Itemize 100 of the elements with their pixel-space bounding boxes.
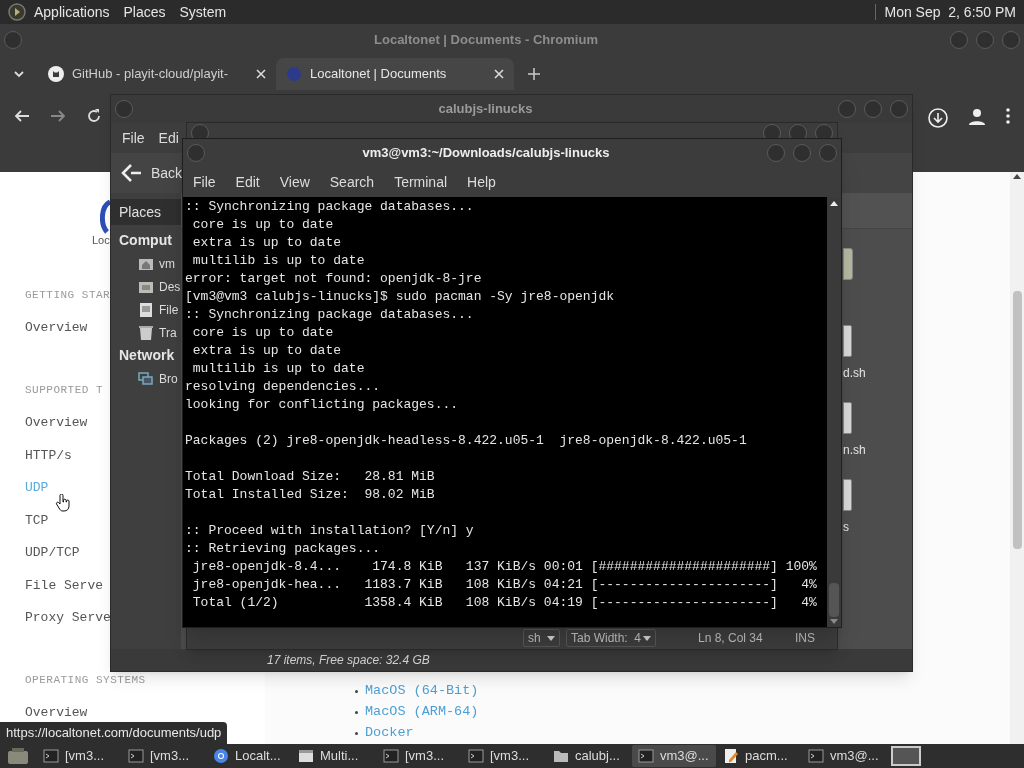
nav-link[interactable]: Overview [25,316,88,339]
terminal-line: :: Proceed with installation? [Y/n] y [185,522,474,540]
nav-link[interactable]: HTTP/s [25,444,72,467]
window-button[interactable] [1002,31,1020,49]
window-button[interactable] [4,31,22,49]
nav-link[interactable]: TCP [25,509,49,532]
scroll-up-icon[interactable] [830,201,838,206]
places-dropdown[interactable]: Places [111,199,181,225]
file-name[interactable]: s [843,517,912,537]
menu-item[interactable]: View [279,171,310,193]
taskbar-button[interactable]: vm3@... [802,745,886,767]
sidebar-item[interactable]: Tra [111,321,177,344]
window-button[interactable] [838,100,856,118]
app-menu-icon[interactable] [8,3,26,21]
taskbar-button[interactable]: pacm... [717,745,801,767]
taskbar-button[interactable]: [vm3... [122,745,206,767]
panel-menu[interactable]: System [179,1,227,23]
file-icon[interactable] [843,248,853,280]
forward-arrow-icon[interactable] [50,108,66,124]
terminal-line: extra is up to date [191,234,342,252]
menu-icon[interactable] [1006,108,1010,124]
taskbar-button[interactable]: calubj... [547,745,631,767]
window-icon [298,748,314,764]
show-desktop-icon[interactable] [6,747,30,765]
window-button[interactable] [187,144,205,162]
file-icon[interactable] [843,479,852,511]
window-button[interactable] [890,100,908,118]
sidebar-item[interactable]: vm [111,252,175,275]
window-button[interactable] [819,144,837,162]
terminal-line: multilib is up to date [191,360,365,378]
tab-width-dropdown[interactable]: Tab Width: 4 [566,629,656,647]
window-button[interactable] [767,144,785,162]
terminal-icon [808,748,824,764]
taskbar-button[interactable]: vm3@... [632,745,716,767]
terminal-line: extra is up to date [191,342,342,360]
network-icon [138,370,154,387]
terminal-icon [128,748,144,764]
file-name[interactable]: d.sh [843,363,912,383]
bullet [355,732,358,735]
workspace-switcher[interactable] [891,746,921,766]
sidebar-item[interactable]: File [111,298,179,321]
nav-link[interactable]: UDP/TCP [25,541,80,564]
menu-item[interactable]: Edi [158,127,179,149]
terminal-line: jre8-openjdk-8.4... 174.8 KiB 137 KiB/s 00:01 [######################] 100% [191,558,817,576]
panel-menu[interactable]: Places [123,1,166,23]
window-button[interactable] [793,144,811,162]
menu-item[interactable]: Terminal [394,171,448,193]
nav-link[interactable]: Overview [25,701,88,724]
language-dropdown[interactable]: sh [523,629,560,647]
menu-item[interactable]: File [122,127,145,149]
window-button[interactable] [115,100,133,118]
scrollbar-thumb[interactable] [1012,291,1022,549]
taskbar-button[interactable]: [vm3... [462,745,546,767]
menu-item[interactable]: Help [467,171,496,193]
terminal-line: [vm3@vm3 calubjs-linucks]$ sudo pacman -Sy jre8-openjdk [185,288,615,306]
menu-item[interactable]: File [193,171,216,193]
download-icon[interactable] [928,108,948,128]
back-arrow-icon[interactable] [14,108,30,124]
nav-link[interactable]: Proxy Serve [25,606,111,629]
terminal-line: core is up to date [191,324,334,342]
window-button[interactable] [950,31,968,49]
scroll-down-icon[interactable] [830,619,838,624]
window-button[interactable] [864,100,882,118]
caret-icon [547,635,555,641]
window-button[interactable] [976,31,994,49]
terminal-line: :: Synchronizing package databases... [185,306,474,324]
file-name[interactable]: n.sh [843,440,912,460]
panel-menu[interactable]: Applications [34,1,110,23]
taskbar-button[interactable]: [vm3... [37,745,121,767]
section-heading: SUPPORTED T [25,383,104,398]
taskbar-button[interactable]: Localt... [207,745,291,767]
back-button[interactable]: Back [121,157,183,189]
nav-link[interactable]: File Serve [25,574,103,597]
scrollbar-thumb[interactable] [829,583,839,617]
terminal-icon [43,748,59,764]
scroll-up-icon[interactable] [1013,174,1021,179]
taskbar-button[interactable]: Multi... [292,745,376,767]
logo-text: Loc [92,234,110,246]
section-heading: GETTING STAR [25,288,111,303]
reload-icon[interactable] [86,108,102,124]
browser-tab[interactable]: Localtonet | Documents [276,58,514,90]
file-icon[interactable] [843,402,852,434]
menu-item[interactable]: Edit [235,171,260,193]
taskbar-button[interactable]: [vm3... [377,745,461,767]
menu-item[interactable]: Search [329,171,375,193]
profile-icon[interactable] [968,108,986,126]
close-icon[interactable] [494,69,504,79]
sidebar-item[interactable]: Des [111,275,181,298]
plus-icon[interactable] [528,68,540,80]
file-icon[interactable] [843,325,852,357]
scrollbar[interactable] [827,197,841,627]
window-title: calubjs-linucks [438,100,533,119]
pencil-document-icon [723,748,739,764]
nav-link[interactable]: Overview [25,411,88,434]
terminal-line: Total Download Size: 28.81 MiB [185,468,435,486]
close-icon[interactable] [256,69,266,79]
sidebar-item[interactable]: Bro [111,367,178,390]
scrollbar[interactable] [1010,172,1024,744]
insert-mode: INS [795,630,815,647]
terminal-line: :: Synchronizing package databases... [185,198,474,216]
